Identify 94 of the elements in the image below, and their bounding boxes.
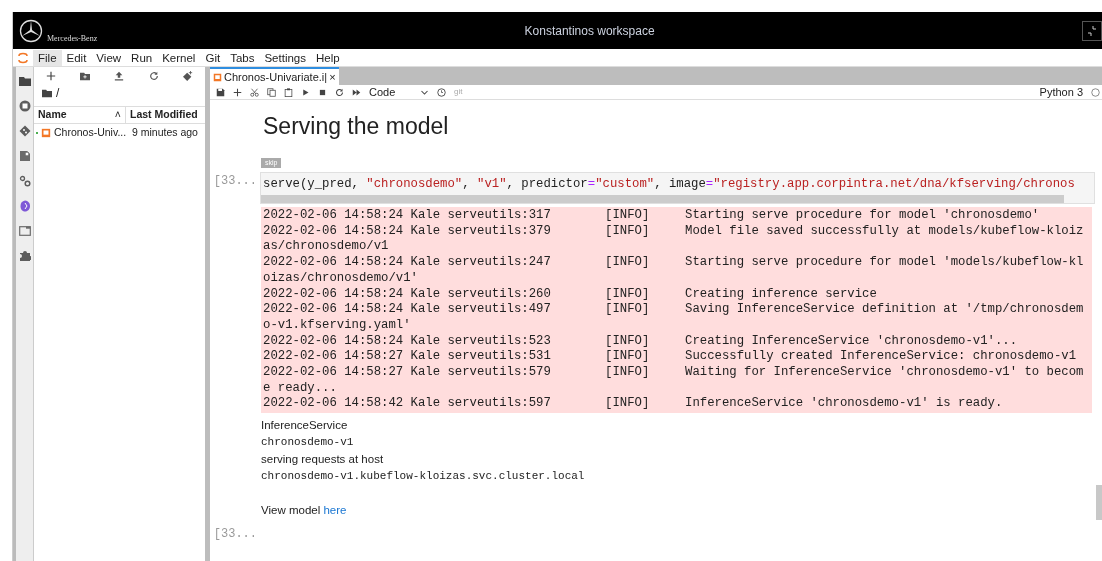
log-source: 2022-02-06 14:58:27 Kale serveutils:531 xyxy=(263,349,552,366)
cell-type-dropdown[interactable]: Code xyxy=(369,83,429,101)
log-level: [INFO] xyxy=(605,286,651,303)
menu-item[interactable]: Run xyxy=(126,49,158,66)
menu-item[interactable]: Tabs xyxy=(225,49,260,66)
fast-forward-icon[interactable] xyxy=(352,87,361,97)
code-line: serve(y_pred, "chronosdemo", "v1", predictor="custom", image="registry.app.corpintra.net/dna/kfserving/chronos xyxy=(262,176,1076,193)
kernel-name[interactable]: Python 3 xyxy=(1039,83,1083,101)
notebook-icon xyxy=(41,128,51,138)
scissors-icon[interactable] xyxy=(250,87,259,97)
log-message: Starting serve procedure for model 'chronosdemo' xyxy=(685,208,1040,224)
play-icon[interactable] xyxy=(301,87,310,97)
menu-item[interactable]: View xyxy=(91,49,127,66)
menu-item[interactable]: Git xyxy=(200,49,226,66)
new-folder-icon[interactable] xyxy=(80,71,91,81)
log-message: Creating inference service xyxy=(685,286,877,303)
brand-name: Mercedes-Benz xyxy=(47,33,98,45)
view-model-text: View model here xyxy=(261,503,348,519)
jupyter-logo-icon xyxy=(17,51,29,64)
file-name: Chronos-Univ... xyxy=(54,125,128,141)
puzzle-icon[interactable] xyxy=(18,250,31,262)
result-label: serving requests at host xyxy=(261,452,385,468)
paste-icon[interactable] xyxy=(284,87,293,97)
log-message: Creating InferenceService 'chronosdemo-v1'... xyxy=(685,333,1018,350)
modified-column-header[interactable]: Last Modified xyxy=(126,107,202,123)
menu-item[interactable]: Kernel xyxy=(157,49,201,66)
log-message: Model file saved successfully at models/kubeflow-kloiz xyxy=(685,223,1084,240)
git-clone-icon[interactable] xyxy=(182,71,193,81)
log-level: [INFO] xyxy=(605,349,651,366)
result-value: chronosdemo-v1.kubeflow-kloizas.svc.cluster.local xyxy=(261,469,586,485)
file-modified: 9 minutes ago xyxy=(132,125,198,141)
kernel-status-icon xyxy=(1091,87,1100,97)
collapse-button[interactable] xyxy=(1082,20,1102,41)
log-continuation: oizas/chronosdemo/v1' xyxy=(263,270,419,287)
log-level: [INFO] xyxy=(605,302,651,318)
log-source: 2022-02-06 14:58:24 Kale serveutils:247 xyxy=(263,255,552,271)
log-message: Saving InferenceService definition at '/tmp/chronosdem xyxy=(685,302,1084,318)
log-source: 2022-02-06 14:58:27 Kale serveutils:579 xyxy=(263,365,552,381)
menu-item[interactable]: Settings xyxy=(259,49,311,66)
plus-icon[interactable] xyxy=(46,71,57,81)
folder-icon xyxy=(42,88,52,98)
star-logo-icon xyxy=(19,18,43,43)
log-continuation: o-v1.kfserving.yaml' xyxy=(263,317,412,334)
log-source: 2022-02-06 14:58:24 Kale serveutils:497 xyxy=(263,302,552,318)
gears-icon[interactable] xyxy=(18,175,31,187)
log-continuation: as/chronosdemo/v1 xyxy=(263,239,390,256)
name-column-header[interactable]: Name ˄ xyxy=(34,107,126,123)
execution-count: [33... xyxy=(212,526,258,544)
log-source: 2022-02-06 14:58:24 Kale serveutils:523 xyxy=(263,333,552,350)
close-tab-button[interactable]: × xyxy=(329,68,336,86)
log-continuation: e ready... xyxy=(263,380,338,397)
menu-item[interactable]: File xyxy=(33,49,62,66)
log-source: 2022-02-06 14:58:24 Kale serveutils:317 xyxy=(263,208,552,224)
execution-count: [33... xyxy=(212,173,258,190)
result-value: chronosdemo-v1 xyxy=(261,435,355,451)
result-label: InferenceService xyxy=(261,418,349,434)
workspace-title: Konstantinos workspace xyxy=(523,22,656,40)
plus-icon[interactable] xyxy=(233,87,242,97)
log-message: Successfully created InferenceService: chronosdemo-v1 xyxy=(685,349,1077,366)
log-level: [INFO] xyxy=(605,396,651,413)
log-level: [INFO] xyxy=(605,208,651,224)
section-heading: Serving the model xyxy=(263,112,450,140)
stop-icon[interactable] xyxy=(318,87,327,97)
folder-icon[interactable] xyxy=(18,75,31,87)
log-source: 2022-02-06 14:58:24 Kale serveutils:379 xyxy=(263,223,552,240)
file-row[interactable]: Chronos-Univ... 9 minutes ago xyxy=(34,124,205,142)
log-message: InferenceService 'chronosdemo-v1' is ready. xyxy=(685,396,1003,413)
log-message: Starting serve procedure for model 'models/kubeflow-kl xyxy=(685,255,1084,271)
inspector-icon[interactable] xyxy=(18,150,31,162)
log-source: 2022-02-06 14:58:42 Kale serveutils:597 xyxy=(263,396,552,413)
refresh-icon[interactable] xyxy=(148,71,159,81)
log-message: Waiting for InferenceService 'chronosdemo-v1' to becom xyxy=(685,365,1084,381)
vertical-scrollbar xyxy=(1096,485,1102,520)
notebook-tab[interactable]: Chronos-Univariate.i| × xyxy=(210,67,339,85)
window-icon[interactable] xyxy=(18,225,31,237)
model-link[interactable]: here xyxy=(323,504,347,517)
restart-icon[interactable] xyxy=(335,87,344,97)
collapse-icon xyxy=(1086,24,1098,37)
menu-item[interactable]: Edit xyxy=(61,49,92,66)
log-level: [INFO] xyxy=(605,255,651,271)
log-level: [INFO] xyxy=(605,223,651,240)
stop-circle-icon[interactable] xyxy=(18,100,31,112)
notebook-icon xyxy=(213,72,222,82)
log-source: 2022-02-06 14:58:24 Kale serveutils:260 xyxy=(263,286,552,303)
log-level: [INFO] xyxy=(605,333,651,350)
folder-path[interactable]: / xyxy=(56,84,60,102)
copy-icon[interactable] xyxy=(267,87,276,97)
save-icon[interactable] xyxy=(216,87,225,97)
git-diamond-icon[interactable] xyxy=(18,125,31,137)
log-level: [INFO] xyxy=(605,365,651,381)
clock-icon[interactable] xyxy=(437,87,446,97)
menu-item[interactable]: Help xyxy=(311,49,345,66)
upload-icon[interactable] xyxy=(114,71,125,81)
kubeflow-icon[interactable] xyxy=(18,200,31,212)
